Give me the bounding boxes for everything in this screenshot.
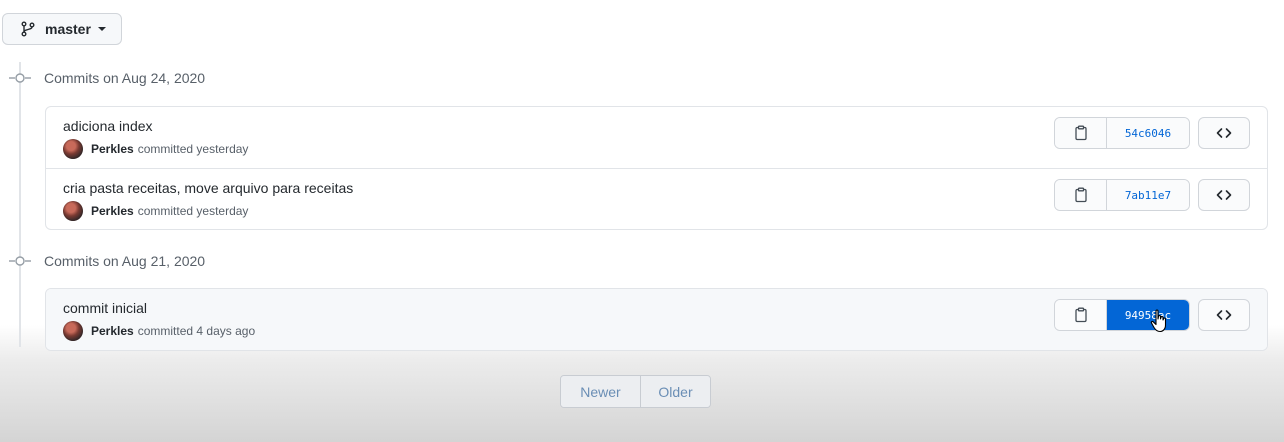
clipboard-icon xyxy=(1074,187,1087,203)
older-button[interactable]: Older xyxy=(641,376,710,407)
commit-author-link[interactable]: Perkles xyxy=(91,204,134,218)
commit-group-header: Commits on Aug 24, 2020 xyxy=(9,68,205,88)
commit-author-link[interactable]: Perkles xyxy=(91,142,134,156)
commit-group-title: Commits on Aug 21, 2020 xyxy=(44,253,206,269)
commit-group-header: Commits on Aug 21, 2020 xyxy=(9,251,205,271)
clipboard-icon xyxy=(1074,125,1087,141)
sha-button-group: 7ab11e7 xyxy=(1054,179,1190,211)
browse-repo-button[interactable] xyxy=(1198,117,1250,149)
commit-action: committed xyxy=(137,204,194,218)
branch-selector-button[interactable]: master xyxy=(2,13,122,45)
code-icon xyxy=(1216,128,1232,138)
newer-button[interactable]: Newer xyxy=(561,376,641,407)
commit-meta: Perkles committed yesterday xyxy=(63,201,248,221)
commit-row: cria pasta receitas, move arquivo para r… xyxy=(46,168,1267,229)
copy-sha-button[interactable] xyxy=(1055,118,1107,148)
commit-time: 4 days ago xyxy=(196,324,256,338)
git-commit-icon xyxy=(9,73,31,83)
browse-repo-button[interactable] xyxy=(1198,179,1250,211)
sha-button-group: 54c6046 xyxy=(1054,117,1190,149)
commit-action: committed xyxy=(137,142,194,156)
avatar[interactable] xyxy=(63,139,83,159)
caret-down-icon xyxy=(97,27,106,31)
commit-message-link[interactable]: commit inicial xyxy=(63,300,147,316)
avatar[interactable] xyxy=(63,201,83,221)
browse-repo-button[interactable] xyxy=(1198,299,1250,331)
code-icon xyxy=(1216,310,1232,320)
git-branch-icon xyxy=(21,21,35,37)
commit-sha-button[interactable]: 7ab11e7 xyxy=(1107,180,1189,210)
pagination: Newer Older xyxy=(560,375,711,408)
commit-time: yesterday xyxy=(196,204,249,218)
commit-action: committed xyxy=(137,324,194,338)
commit-sha-button[interactable]: 94958ac xyxy=(1107,300,1189,330)
commit-message-link[interactable]: cria pasta receitas, move arquivo para r… xyxy=(63,180,353,196)
branch-name: master xyxy=(45,21,91,37)
commit-time: yesterday xyxy=(196,142,249,156)
timeline-line xyxy=(19,62,21,347)
commit-meta: Perkles committed 4 days ago xyxy=(63,321,255,341)
clipboard-icon xyxy=(1074,307,1087,323)
sha-button-group: 94958ac xyxy=(1054,299,1190,331)
avatar[interactable] xyxy=(63,321,83,341)
commit-message-link[interactable]: adiciona index xyxy=(63,118,153,134)
commit-list: adiciona index Perkles committed yesterd… xyxy=(45,106,1268,230)
commit-meta: Perkles committed yesterday xyxy=(63,139,248,159)
code-icon xyxy=(1216,190,1232,200)
commit-row: commit inicial Perkles committed 4 days … xyxy=(46,289,1267,350)
copy-sha-button[interactable] xyxy=(1055,300,1107,330)
copy-sha-button[interactable] xyxy=(1055,180,1107,210)
commit-list: commit inicial Perkles committed 4 days … xyxy=(45,288,1268,351)
commit-group-title: Commits on Aug 24, 2020 xyxy=(44,70,206,86)
commit-row: adiciona index Perkles committed yesterd… xyxy=(46,107,1267,168)
commit-sha-button[interactable]: 54c6046 xyxy=(1107,118,1189,148)
git-commit-icon xyxy=(9,256,31,266)
commit-author-link[interactable]: Perkles xyxy=(91,324,134,338)
